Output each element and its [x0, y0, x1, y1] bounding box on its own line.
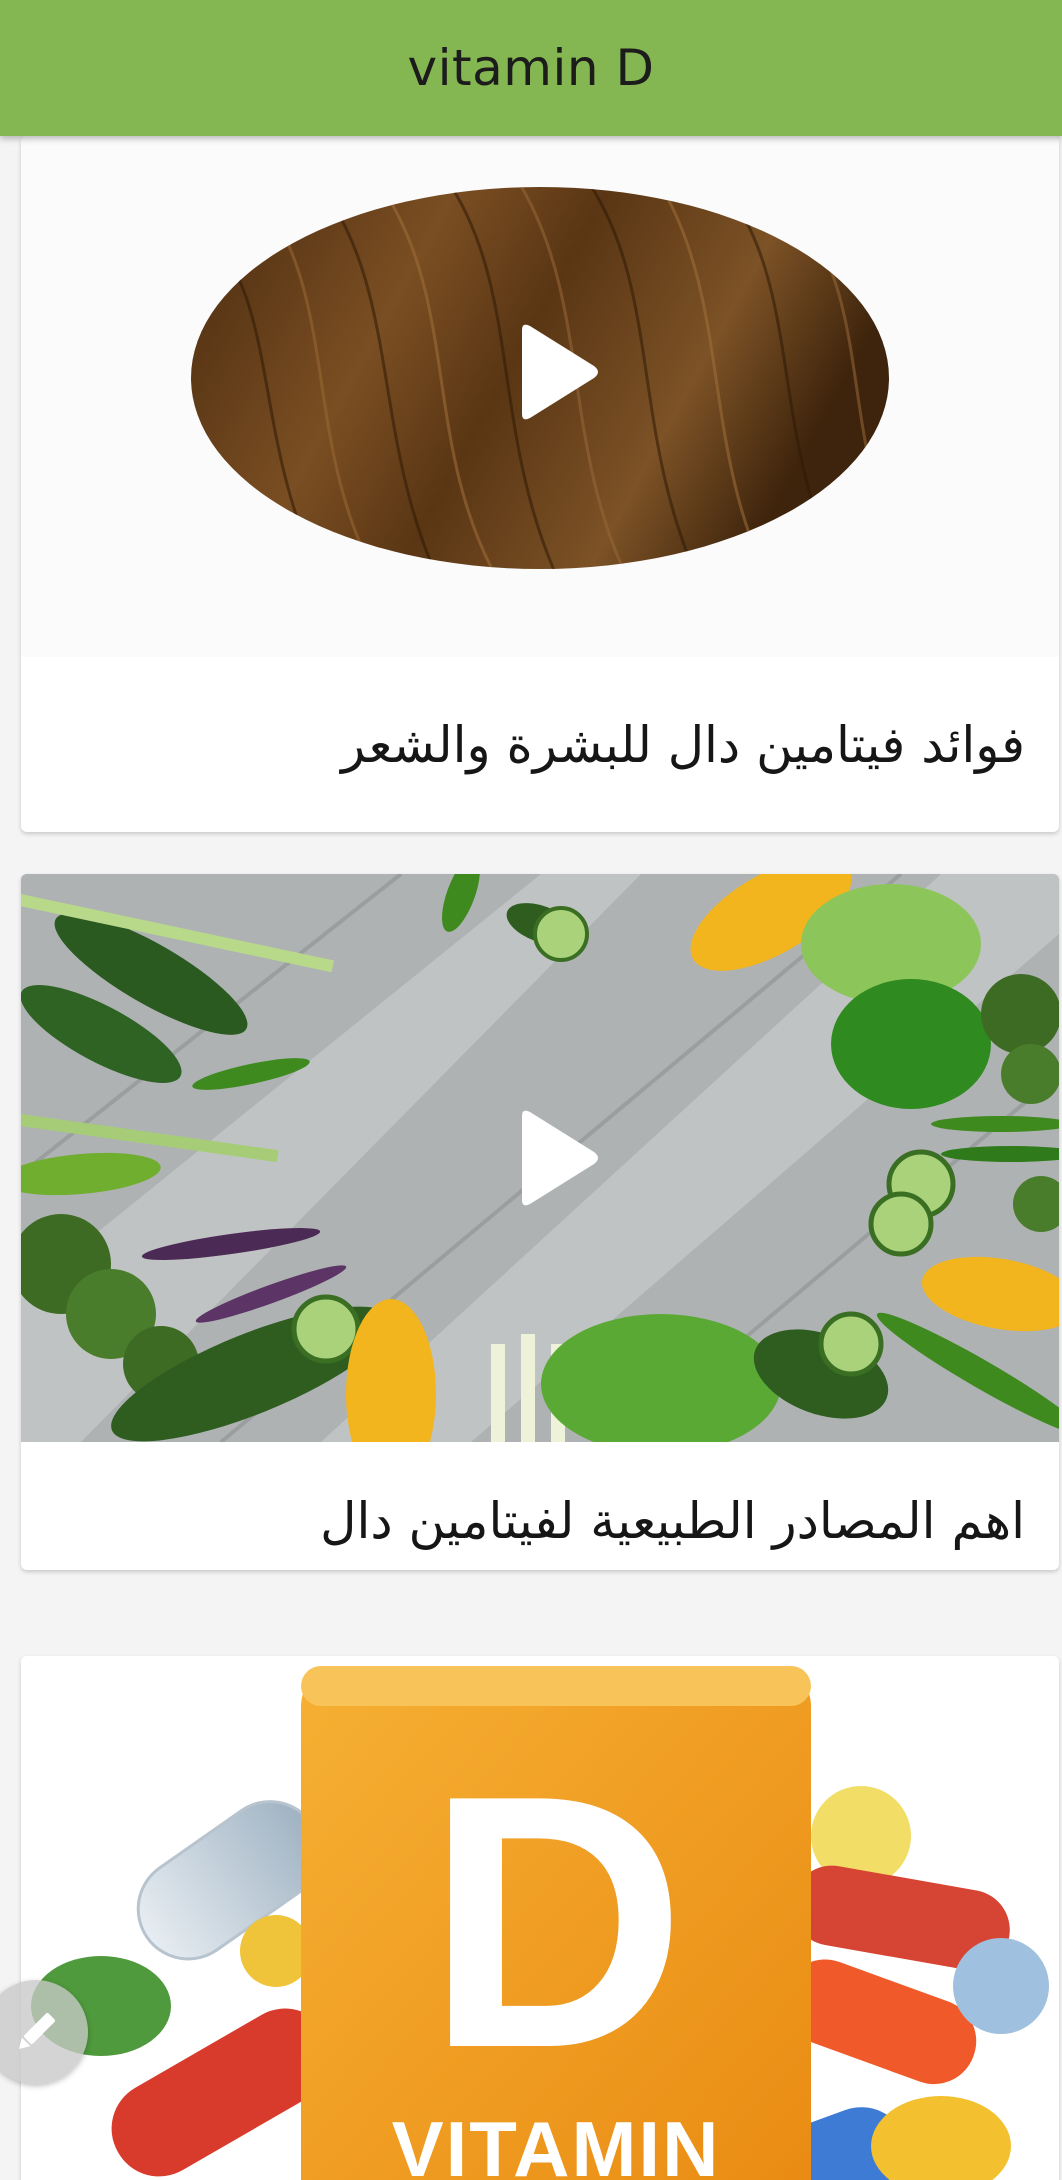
video-feed[interactable]: فوائد فيتامين دال للبشرة والشعر اهم المص…	[0, 136, 1062, 2180]
vitamin-d-letter: D	[426, 1721, 686, 2123]
video-card[interactable]: فوائد فيتامين دال للبشرة والشعر	[21, 136, 1059, 832]
video-title[interactable]: اهم المصادر الطبيعية لفيتامين دال	[320, 1492, 1025, 1550]
app-bar: vitamin D	[0, 0, 1062, 136]
vitamin-d-thumbnail-image: D VITAMIN	[31, 1666, 1049, 2180]
video-thumbnail[interactable]: D VITAMIN	[21, 1656, 1059, 2180]
video-thumbnail[interactable]	[21, 136, 1059, 657]
video-card[interactable]: اهم المصادر الطبيعية لفيتامين دال	[21, 874, 1059, 1570]
video-title[interactable]: فوائد فيتامين دال للبشرة والشعر	[341, 716, 1025, 774]
video-card[interactable]: D VITAMIN	[21, 1656, 1059, 2180]
vitamin-word: VITAMIN	[392, 2105, 721, 2180]
video-thumbnail[interactable]	[21, 874, 1059, 1442]
play-icon[interactable]	[512, 1108, 602, 1208]
pencil-icon	[19, 2013, 55, 2049]
play-icon[interactable]	[512, 322, 602, 422]
app-title: vitamin D	[407, 39, 655, 97]
